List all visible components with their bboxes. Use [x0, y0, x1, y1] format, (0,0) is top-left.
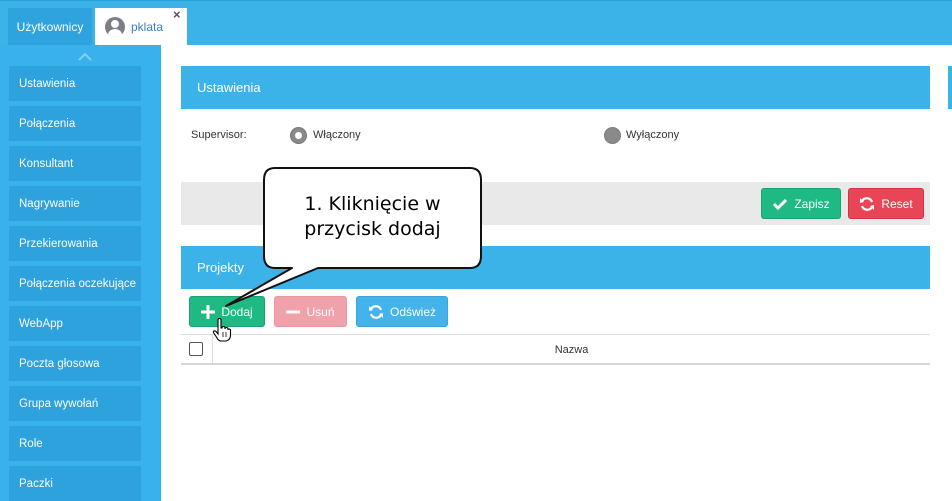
sidebar-item-label: WebApp	[19, 317, 63, 330]
settings-header: Ustawienia	[181, 66, 930, 109]
radio-off[interactable]	[604, 127, 621, 144]
supervisor-label: Supervisor:	[191, 129, 247, 141]
chevron-up-icon[interactable]	[78, 53, 92, 61]
column-header-name[interactable]: Nazwa	[213, 344, 930, 356]
sidebar-item-label: Grupa wywołań	[19, 397, 99, 410]
sidebar-item-poczta-glosowa[interactable]: Poczta głosowa	[9, 346, 141, 381]
refresh-icon	[860, 196, 875, 211]
sidebar-item-przekierowania[interactable]: Przekierowania	[9, 226, 141, 261]
sidebar-item-label: Poczta głosowa	[19, 357, 100, 370]
sidebar-item-label: Paczki	[19, 477, 53, 490]
settings-title: Ustawienia	[197, 80, 261, 95]
callout-line-1: 1. Kliknięcie w	[304, 193, 441, 215]
sidebar-item-label: Ustawienia	[19, 77, 76, 90]
sidebar-item-label: Przekierowania	[19, 237, 98, 250]
tab-user-label: pklata	[131, 19, 164, 34]
sidebar-item-label: Role	[19, 437, 43, 450]
sidebar-item-label: Połączenia oczekujące	[19, 277, 136, 290]
reset-button[interactable]: Reset	[848, 188, 924, 219]
save-label: Zapisz	[794, 196, 830, 211]
callout-line-2: przycisk dodaj	[304, 218, 441, 240]
projects-title: Projekty	[197, 260, 244, 275]
close-icon[interactable]: ×	[173, 8, 181, 21]
sidebar-item-konsultant[interactable]: Konsultant	[9, 146, 141, 181]
sidebar-item-label: Połączenia	[19, 117, 76, 130]
avatar-icon	[105, 16, 125, 37]
sidebar-item-label: Konsultant	[19, 157, 74, 170]
sidebar-item-ustawienia[interactable]: Ustawienia	[9, 66, 141, 101]
reset-label: Reset	[881, 196, 913, 211]
sidebar-item-role[interactable]: Role	[9, 426, 141, 461]
save-button[interactable]: Zapisz	[761, 188, 841, 219]
sidebar-item-grupa-wywolan[interactable]: Grupa wywołań	[9, 386, 141, 421]
callout-text: 1. Kliknięcie w przycisk dodaj	[263, 192, 482, 242]
radio-on-label: Włączony	[313, 129, 361, 141]
right-panel-edge	[948, 66, 952, 109]
select-all-checkbox[interactable]	[189, 342, 203, 356]
tab-users-label: Użytkownicy	[16, 19, 84, 34]
plus-icon	[201, 304, 216, 319]
sidebar-item-nagrywanie[interactable]: Nagrywanie	[9, 186, 141, 221]
tab-users[interactable]: Użytkownicy	[8, 8, 92, 45]
sidebar-item-paczki[interactable]: Paczki	[9, 466, 141, 501]
radio-off-label: Wyłączony	[626, 129, 680, 141]
sidebar-item-label: Nagrywanie	[19, 197, 80, 210]
sidebar-item-polaczenia[interactable]: Połączenia	[9, 106, 141, 141]
hand-cursor-icon	[212, 318, 232, 342]
check-icon	[773, 198, 788, 210]
sidebar-item-polaczenia-oczekujace[interactable]: Połączenia oczekujące	[9, 266, 141, 301]
sidebar-item-webapp[interactable]: WebApp	[9, 306, 141, 341]
radio-on[interactable]	[290, 127, 307, 144]
